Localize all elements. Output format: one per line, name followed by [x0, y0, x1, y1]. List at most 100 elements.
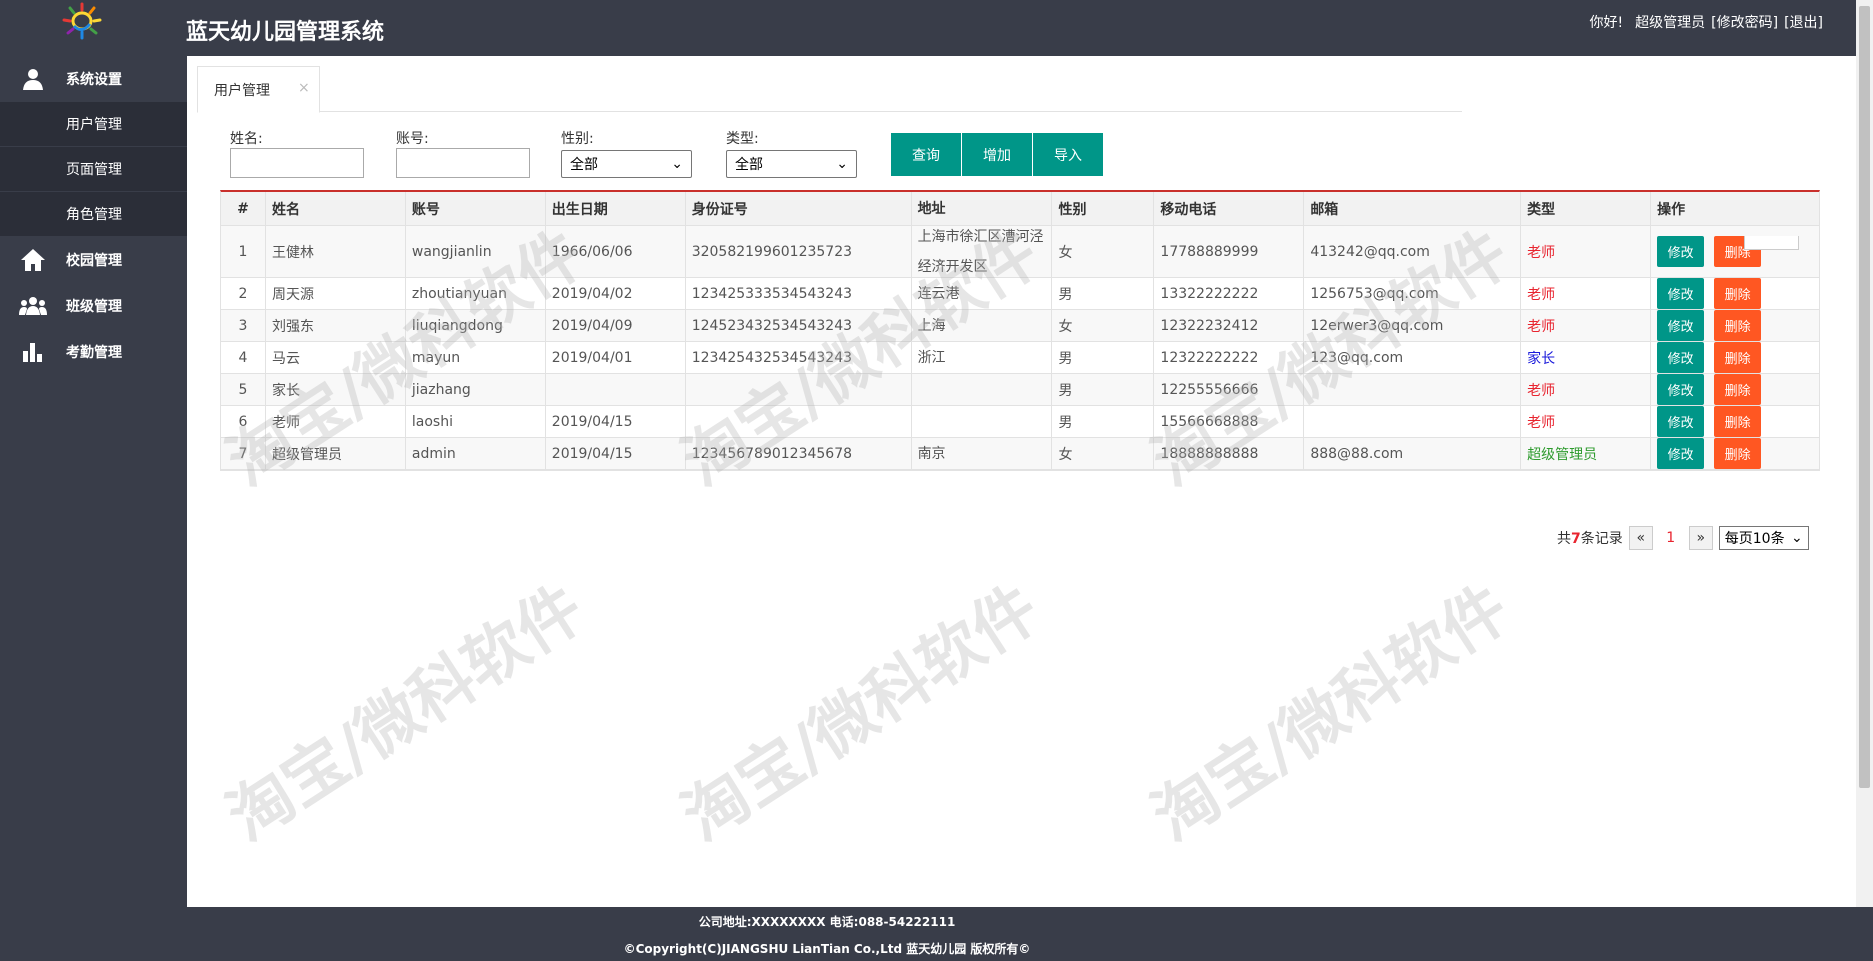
sidebar-item-role-management[interactable]: 角色管理 — [0, 192, 187, 237]
account-cell: laoshi — [406, 406, 546, 437]
email-cell: 413242@qq.com — [1304, 226, 1522, 277]
delete-button[interactable]: 删除 — [1714, 406, 1762, 437]
delete-button[interactable]: 删除 — [1714, 342, 1762, 373]
gender-select[interactable]: 全部 ⌄ — [561, 150, 692, 178]
name-cell: 马云 — [266, 342, 406, 373]
home-icon — [0, 248, 66, 272]
email-cell: 123@qq.com — [1304, 342, 1522, 373]
table-row[interactable]: 1 王健林 wangjianlin 1966/06/06 320582199601235… — [221, 226, 1819, 278]
sidebar-group-label: 系统设置 — [66, 72, 122, 88]
sidebar-group-campus[interactable]: 校园管理 — [0, 237, 187, 283]
sidebar-item-page-management[interactable]: 页面管理 — [0, 147, 187, 192]
id-card-cell — [686, 406, 912, 437]
sidebar-group-class[interactable]: 班级管理 — [0, 283, 187, 329]
email-cell: 12erwer3@qq.com — [1304, 310, 1522, 341]
action-buttons: 查询 增加 导入 — [891, 133, 1104, 176]
chevron-down-icon: ⌄ — [836, 156, 848, 172]
column-header: 姓名 — [266, 192, 406, 225]
address-cell: 上海市徐汇区漕河泾经济开发区 — [912, 226, 1053, 277]
sidebar-group-system[interactable]: 系统设置 — [0, 56, 187, 102]
logout-link[interactable]: [退出] — [1784, 12, 1823, 32]
edit-button[interactable]: 修改 — [1657, 310, 1705, 341]
change-password-link[interactable]: [修改密码] — [1711, 12, 1778, 32]
type-cell: 老师 — [1521, 278, 1652, 309]
table-row[interactable]: 7 超级管理员 admin 2019/04/15 123456789012345678 南… — [221, 438, 1819, 470]
user-table: # 姓名 账号 出生日期 身份证号 地址 性别 移动电话 邮箱 类型 操作 1 王健林 wangjian… — [220, 190, 1820, 471]
edit-button[interactable]: 修改 — [1657, 374, 1705, 405]
page-size-select[interactable]: 每页10条 ⌄ — [1718, 526, 1809, 550]
name-cell: 老师 — [266, 406, 406, 437]
add-button[interactable]: 增加 — [962, 133, 1033, 176]
id-card-cell: 123456789012345678 — [686, 438, 912, 469]
phone-cell: 12255556666 — [1154, 374, 1305, 405]
name-cell: 周天源 — [266, 278, 406, 309]
name-cell: 刘强东 — [266, 310, 406, 341]
phone-cell: 12322222222 — [1154, 342, 1305, 373]
column-header: 性别 — [1052, 192, 1155, 225]
app-title: 蓝天幼儿园管理系统 — [186, 20, 385, 45]
edit-button[interactable]: 修改 — [1657, 406, 1705, 437]
account-input[interactable] — [396, 148, 530, 178]
column-header: 邮箱 — [1304, 192, 1522, 225]
table-tool-tab[interactable] — [1744, 236, 1799, 250]
id-card-cell: 124523432534543243 — [686, 310, 912, 341]
bar-chart-icon — [0, 341, 66, 363]
type-select[interactable]: 全部 ⌄ — [726, 150, 857, 178]
table-row[interactable]: 2 周天源 zhoutianyuan 2019/04/02 12342533353454… — [221, 278, 1819, 310]
edit-button[interactable]: 修改 — [1657, 342, 1705, 373]
sidebar-group-label: 校园管理 — [66, 253, 122, 269]
query-button[interactable]: 查询 — [891, 133, 962, 176]
user-icon — [0, 67, 66, 91]
address-cell: 连云港 — [912, 278, 1053, 309]
next-page-button[interactable]: » — [1688, 526, 1713, 550]
table-row[interactable]: 4 马云 mayun 2019/04/01 123425432534543243 浙江男 1… — [221, 342, 1819, 374]
import-button[interactable]: 导入 — [1033, 133, 1104, 176]
table-row[interactable]: 6 老师 laoshi 2019/04/15 男 15566668888 老师 修改 删除 — [221, 406, 1819, 438]
edit-button[interactable]: 修改 — [1657, 438, 1705, 469]
address-cell: 上海 — [912, 310, 1053, 341]
address-cell: 浙江 — [912, 342, 1053, 373]
table-row[interactable]: 5 家长 jiazhang 男 12255556666 老师 修改 删除 — [221, 374, 1819, 406]
delete-button[interactable]: 删除 — [1714, 310, 1762, 341]
close-icon[interactable]: × — [298, 80, 310, 96]
top-header: 蓝天幼儿园管理系统 你好! 超级管理员 [修改密码] [退出] — [0, 0, 1873, 56]
sidebar-group-attendance[interactable]: 考勤管理 — [0, 329, 187, 375]
type-cell: 老师 — [1521, 406, 1652, 437]
user-name: 超级管理员 — [1635, 15, 1706, 31]
account-cell: zhoutianyuan — [406, 278, 546, 309]
column-header: # — [221, 192, 266, 225]
name-input[interactable] — [230, 148, 364, 178]
chevron-down-icon: ⌄ — [671, 156, 683, 172]
name-cell: 超级管理员 — [266, 438, 406, 469]
gender-cell: 女 — [1052, 438, 1155, 469]
id-card-cell: 320582199601235723 — [686, 226, 912, 277]
pagination: 共7条记录 « 1 » 每页10条 ⌄ — [1557, 526, 1809, 550]
type-cell: 老师 — [1521, 374, 1652, 405]
birth-cell: 2019/04/09 — [546, 310, 686, 341]
prev-page-button[interactable]: « — [1628, 526, 1653, 550]
row-number: 6 — [221, 406, 266, 437]
birth-cell: 2019/04/15 — [546, 438, 686, 469]
type-cell: 老师 — [1521, 226, 1652, 277]
scrollbar-thumb[interactable] — [1859, 6, 1870, 788]
table-row[interactable]: 3 刘强东 liuqiangdong 2019/04/09 12452343253454… — [221, 310, 1819, 342]
phone-cell: 17788889999 — [1154, 226, 1305, 277]
delete-button[interactable]: 删除 — [1714, 374, 1762, 405]
gender-cell: 女 — [1052, 226, 1155, 277]
current-page[interactable]: 1 — [1659, 530, 1683, 546]
delete-button[interactable]: 删除 — [1714, 438, 1762, 469]
phone-cell: 15566668888 — [1154, 406, 1305, 437]
address-cell — [912, 406, 1053, 437]
edit-button[interactable]: 修改 — [1657, 278, 1705, 309]
birth-cell — [546, 374, 686, 405]
tab-bar — [197, 66, 1462, 112]
tab-user-management[interactable]: 用户管理 × — [197, 66, 320, 113]
actions-cell: 修改 删除 — [1651, 438, 1819, 469]
delete-button[interactable]: 删除 — [1714, 278, 1762, 309]
edit-button[interactable]: 修改 — [1657, 236, 1705, 267]
chevron-down-icon: ⌄ — [1791, 530, 1803, 546]
row-number: 5 — [221, 374, 266, 405]
sidebar-item-user-management[interactable]: 用户管理 — [0, 102, 187, 147]
watermark: 淘宝/微科软件 — [1140, 571, 1523, 856]
phone-cell: 12322232412 — [1154, 310, 1305, 341]
